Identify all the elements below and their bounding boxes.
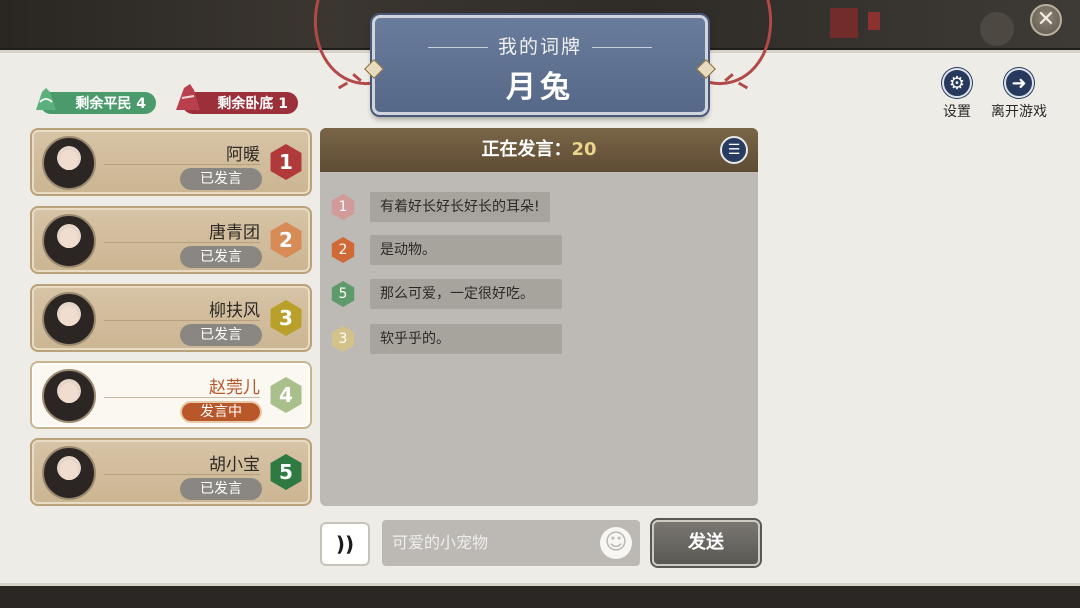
undercover-icon <box>176 84 200 110</box>
status-badge: 已发言 <box>180 246 262 268</box>
player-card[interactable]: 阿暖 已发言 1 <box>30 128 312 196</box>
emoji-button[interactable]: ☺ <box>600 527 632 559</box>
gear-icon: ⚙ <box>942 68 972 98</box>
player-card-active[interactable]: 赵莞儿 发言中 4 <box>30 361 312 429</box>
player-name: 柳扶风 <box>209 301 260 321</box>
smiley-icon: ☺ <box>604 530 628 555</box>
avatar <box>42 292 96 346</box>
chat-message: 2 是动物。 <box>330 235 562 265</box>
chat-header: 正在发言：20 ☰ <box>320 128 758 172</box>
divider <box>104 320 260 321</box>
leave-game-label: 离开游戏 <box>991 104 1047 120</box>
status-badge: 已发言 <box>180 324 262 346</box>
chat-panel: 正在发言：20 ☰ 1 有着好长好长好长的耳朵! 2 是动物。 5 那么可爱，一… <box>320 128 758 506</box>
remaining-civilians-badge: 剩余平民 4 <box>36 88 156 114</box>
settings-label: 设置 <box>943 104 971 120</box>
player-name: 胡小宝 <box>209 455 260 475</box>
remaining-undercover-badge: 剩余卧底 1 <box>176 84 298 114</box>
list-icon: ☰ <box>727 142 741 158</box>
voice-icon: )) <box>335 532 355 556</box>
send-button[interactable]: 发送 <box>652 520 760 566</box>
player-card[interactable]: 柳扶风 已发言 3 <box>30 284 312 352</box>
background-decoration <box>830 8 858 38</box>
avatar <box>42 369 96 423</box>
player-number-badge: 5 <box>270 454 302 490</box>
chat-message: 5 那么可爱，一定很好吃。 <box>330 279 562 309</box>
list-button[interactable]: ☰ <box>720 136 748 164</box>
leave-game-button[interactable]: ➜ 离开游戏 <box>984 68 1054 121</box>
background-decoration <box>868 12 880 30</box>
player-number-badge: 4 <box>270 377 302 413</box>
voice-input-button[interactable]: )) <box>320 522 370 566</box>
status-badge: 已发言 <box>180 168 262 190</box>
message-player-number: 1 <box>331 194 355 220</box>
message-text: 那么可爱，一定很好吃。 <box>370 279 562 309</box>
player-card[interactable]: 唐青团 已发言 2 <box>30 206 312 274</box>
chat-input-text: 可爱的小宠物 <box>392 533 489 552</box>
player-card[interactable]: 胡小宝 已发言 5 <box>30 438 312 506</box>
civilian-icon <box>36 88 56 110</box>
message-player-number: 2 <box>331 237 355 263</box>
remaining-undercover-text: 剩余卧底 1 <box>217 96 288 112</box>
player-name: 阿暖 <box>226 145 260 165</box>
message-text: 有着好长好长好长的耳朵! <box>370 192 550 222</box>
divider <box>104 397 260 398</box>
remaining-civilians-text: 剩余平民 4 <box>75 96 146 112</box>
bottom-background-strip <box>0 586 1080 608</box>
word-card-subtitle: 我的词牌 <box>375 32 705 59</box>
message-player-number: 5 <box>331 281 355 307</box>
player-name: 唐青团 <box>209 223 260 243</box>
chat-message: 3 软乎乎的。 <box>330 324 562 354</box>
message-player-number: 3 <box>331 326 355 352</box>
player-name: 赵莞儿 <box>209 378 260 398</box>
settings-button[interactable]: ⚙ 设置 <box>922 68 992 121</box>
close-icon: ✕ <box>1036 7 1056 32</box>
close-button[interactable]: ✕ <box>1030 4 1062 36</box>
status-badge: 已发言 <box>180 478 262 500</box>
avatar <box>42 446 96 500</box>
divider <box>104 164 260 165</box>
speaking-label: 正在发言： <box>481 139 572 160</box>
player-number-badge: 1 <box>270 144 302 180</box>
message-text: 软乎乎的。 <box>370 324 562 354</box>
divider <box>104 242 260 243</box>
chat-input[interactable]: 可爱的小宠物 ☺ <box>382 520 640 566</box>
exit-icon: ➜ <box>1004 68 1034 98</box>
player-number-badge: 3 <box>270 300 302 336</box>
word-card: 我的词牌 月兔 <box>364 15 716 115</box>
status-badge: 发言中 <box>180 401 262 423</box>
background-decoration <box>980 12 1014 46</box>
avatar <box>42 214 96 268</box>
avatar <box>42 136 96 190</box>
player-number-badge: 2 <box>270 222 302 258</box>
message-text: 是动物。 <box>370 235 562 265</box>
divider <box>104 474 260 475</box>
speaking-timer: 20 <box>571 139 597 160</box>
chat-message: 1 有着好长好长好长的耳朵! <box>330 192 550 222</box>
secret-word: 月兔 <box>506 70 574 105</box>
